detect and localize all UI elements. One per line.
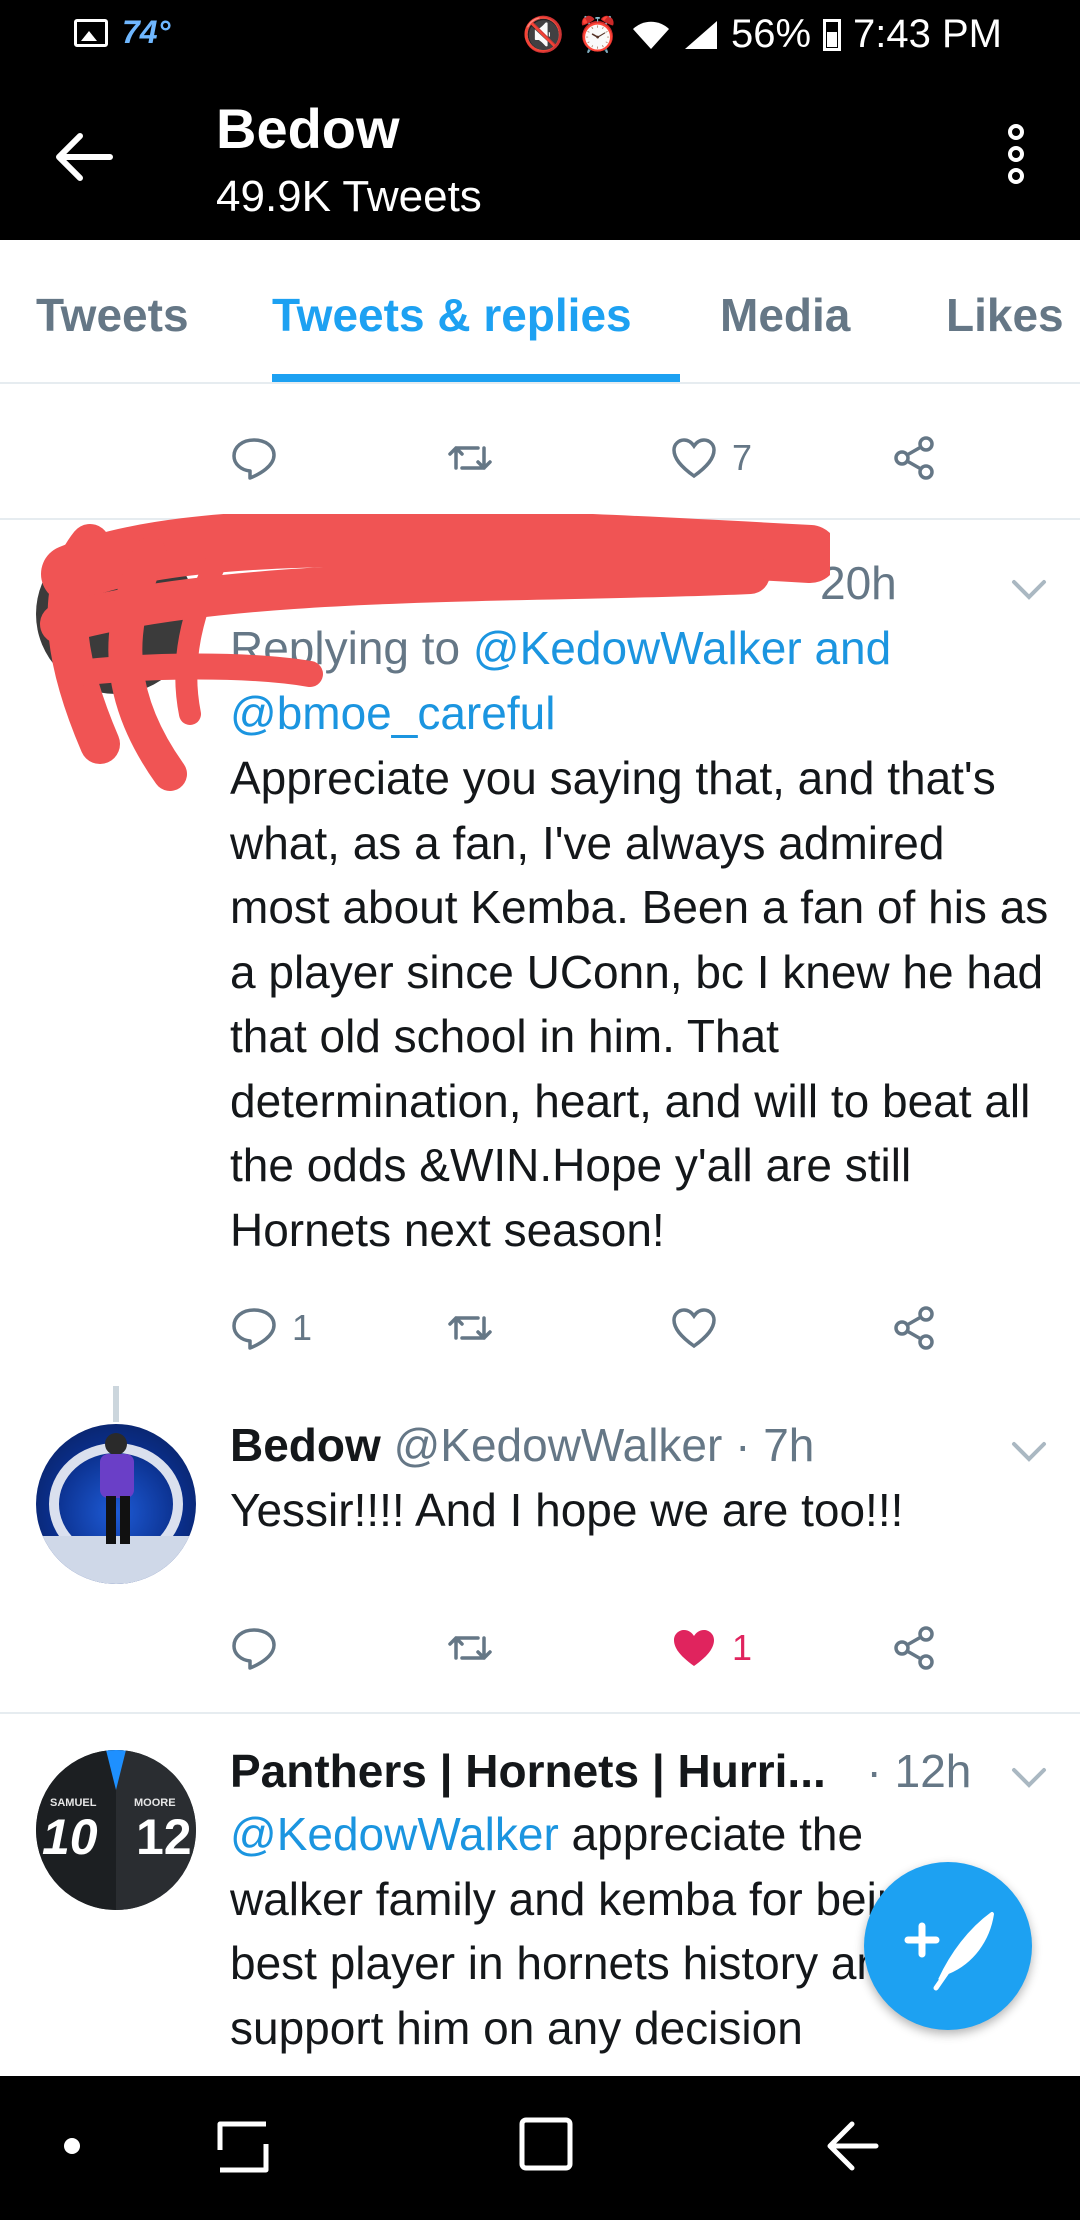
- reply-button[interactable]: 1: [230, 1304, 312, 1352]
- wifi-icon: [632, 21, 669, 49]
- tweet-header: Panthers | Hornets | Hurri... · 12h: [230, 1744, 971, 1798]
- status-bar: 74° 🔇 ⏰ 56% 7:43 PM: [0, 0, 1080, 72]
- tweet-body: Yessir!!!! And I hope we are too!!!: [230, 1484, 904, 1536]
- tweet-divider: [0, 1712, 1080, 1714]
- reply-button[interactable]: [230, 1624, 278, 1672]
- like-count: 7: [732, 437, 753, 478]
- clock-text: 7:43 PM: [853, 12, 1002, 56]
- avatar[interactable]: [36, 1424, 196, 1584]
- recent-apps-icon[interactable]: [212, 2116, 274, 2178]
- tab-media[interactable]: Media: [720, 288, 850, 342]
- dot-icon[interactable]: [60, 2134, 84, 2158]
- chevron-down-icon[interactable]: [1010, 578, 1048, 602]
- thread-connector: [113, 1386, 119, 1422]
- heart-icon: [672, 438, 716, 479]
- active-tab-indicator: [272, 374, 680, 382]
- reply-count: 1: [292, 1307, 313, 1348]
- timeline[interactable]: 7 20h Replying to @KedowWalker and @bmoe…: [0, 384, 1080, 2076]
- reply-button[interactable]: [230, 434, 278, 482]
- tweet-header: Bedow @KedowWalker · 7h: [230, 1418, 814, 1472]
- share-button[interactable]: [890, 434, 938, 482]
- author-name[interactable]: Panthers | Hornets | Hurri...: [230, 1745, 826, 1797]
- mute-icon: 🔇: [522, 15, 565, 54]
- chevron-down-icon[interactable]: [1010, 1766, 1048, 1790]
- avatar[interactable]: SAMUEL 10 MOORE 12: [36, 1750, 196, 1910]
- tweet-actions: 7: [230, 434, 990, 494]
- share-icon: [894, 1306, 934, 1350]
- retweet-icon: [448, 1316, 492, 1340]
- back-nav-icon[interactable]: [822, 2116, 882, 2176]
- reply-icon: [232, 1308, 276, 1350]
- tab-tweets[interactable]: Tweets: [36, 288, 189, 342]
- retweet-icon: [448, 1636, 492, 1660]
- redaction-scribble: [40, 514, 830, 791]
- author-handle[interactable]: @KedowWalker: [394, 1419, 723, 1471]
- retweet-button[interactable]: [446, 434, 494, 482]
- tweet-time: · 12h: [866, 1745, 972, 1797]
- signal-icon: [684, 20, 717, 49]
- retweet-button[interactable]: [446, 1624, 494, 1672]
- tweet-time: 20h: [820, 557, 897, 609]
- tweet-time: · 7h: [735, 1419, 815, 1471]
- retweet-icon: [448, 446, 492, 470]
- jersey-name: SAMUEL: [50, 1797, 97, 1809]
- share-button[interactable]: [890, 1304, 938, 1352]
- like-button[interactable]: 1: [670, 1624, 752, 1672]
- temperature-text: 74°: [122, 14, 171, 50]
- gallery-notification-icon: [74, 18, 108, 47]
- avatar-photo: [36, 1433, 196, 1584]
- author-name[interactable]: Bedow: [230, 1419, 381, 1471]
- like-count: 1: [732, 1627, 753, 1668]
- avatar-photo: SAMUEL 10 MOORE 12: [36, 1750, 196, 1910]
- share-icon: [894, 1626, 934, 1670]
- retweet-button[interactable]: [446, 1304, 494, 1352]
- profile-header: Bedow 49.9K Tweets: [0, 72, 1080, 240]
- home-button-icon[interactable]: [516, 2114, 576, 2174]
- tweet-body: Appreciate you saying that, and that's w…: [230, 752, 1049, 1256]
- tweet-count: 49.9K Tweets: [216, 172, 482, 221]
- jersey-name: MOORE: [134, 1797, 176, 1809]
- chevron-down-icon[interactable]: [1010, 1440, 1048, 1464]
- back-arrow-icon[interactable]: [50, 122, 120, 192]
- tab-tweets-replies[interactable]: Tweets & replies: [272, 288, 632, 342]
- like-button[interactable]: [670, 1304, 718, 1352]
- tweet-actions: 1: [230, 1304, 990, 1364]
- share-button[interactable]: [890, 1624, 938, 1672]
- more-options-icon[interactable]: [1004, 124, 1028, 190]
- mention-link[interactable]: @KedowWalker: [230, 1808, 559, 1860]
- like-button[interactable]: 7: [670, 434, 752, 482]
- jersey-number: 12: [136, 1809, 192, 1865]
- share-icon: [894, 436, 934, 480]
- tweet-actions: 1: [230, 1624, 990, 1684]
- compose-tweet-button[interactable]: [864, 1862, 1032, 2030]
- tweet-text-segment: appreciate the: [558, 1808, 864, 1860]
- reply-icon: [232, 1628, 276, 1670]
- compose-feather-icon: [904, 1912, 994, 1991]
- heart-icon: [672, 1308, 716, 1349]
- reply-icon: [232, 438, 276, 480]
- system-navigation-bar: [0, 2076, 1080, 2220]
- profile-tabs: Tweets Tweets & replies Media Likes: [0, 240, 1080, 384]
- tab-likes[interactable]: Likes: [946, 288, 1064, 342]
- heart-filled-icon: [674, 1630, 714, 1666]
- jersey-number: 10: [42, 1809, 98, 1865]
- alarm-icon: ⏰: [576, 15, 619, 54]
- battery-percent: 56%: [730, 12, 812, 56]
- profile-name: Bedow: [216, 97, 400, 160]
- battery-icon: [823, 18, 842, 51]
